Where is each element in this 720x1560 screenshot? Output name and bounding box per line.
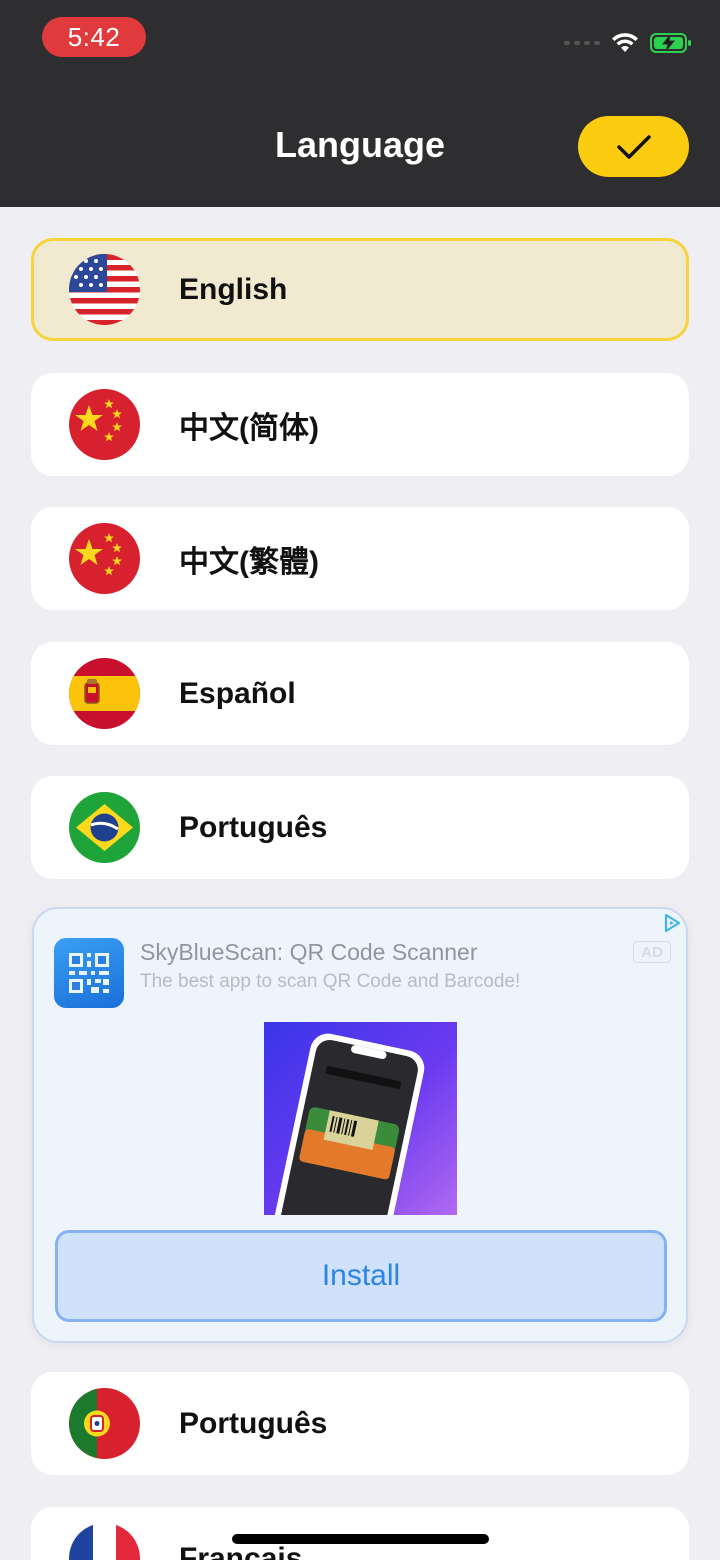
language-label: Français	[179, 1541, 303, 1560]
language-label: Español	[179, 676, 296, 710]
top-bar: 5:42 Language	[0, 0, 720, 207]
us-flag-icon	[69, 254, 140, 325]
language-label: English	[179, 272, 288, 306]
battery-charging-icon	[650, 33, 691, 53]
ad-description: The best app to scan QR Code and Barcode…	[140, 971, 521, 992]
ad-app-title: SkyBlueScan: QR Code Scanner	[140, 939, 478, 965]
language-label: Português	[179, 1406, 328, 1440]
home-indicator	[232, 1534, 489, 1544]
portugal-flag-icon	[69, 1388, 140, 1459]
language-label: 中文(简体)	[179, 411, 319, 445]
language-option-chinese-traditional[interactable]: 中文(繁體)	[31, 507, 689, 610]
qr-app-icon[interactable]	[54, 938, 124, 1008]
status-time: 5:42	[42, 17, 146, 57]
checkmark-icon	[616, 134, 651, 159]
cellular-signal-icon	[564, 41, 600, 45]
language-option-portuguese-portugal[interactable]: Português	[31, 1372, 689, 1475]
france-flag-icon	[69, 1523, 140, 1560]
confirm-button[interactable]	[578, 116, 689, 177]
language-option-portuguese-brazil[interactable]: Português	[31, 776, 689, 879]
language-option-english[interactable]: English	[31, 238, 689, 341]
ad-promo-image[interactable]	[264, 1022, 457, 1215]
spain-flag-icon	[69, 658, 140, 729]
ad-choices-icon[interactable]	[662, 913, 682, 933]
brazil-flag-icon	[69, 792, 140, 863]
status-indicators	[564, 28, 692, 58]
china-flag-icon	[69, 389, 140, 460]
install-button[interactable]: Install	[55, 1230, 667, 1322]
language-label: 中文(繁體)	[179, 545, 319, 579]
ad-banner[interactable]: AD SkyBlueScan: QR Code Scanner The best…	[32, 907, 688, 1343]
language-label: Português	[179, 810, 328, 844]
wifi-icon	[612, 33, 638, 52]
china-flag-icon	[69, 523, 140, 594]
language-option-spanish[interactable]: Español	[31, 642, 689, 745]
ad-badge: AD	[633, 941, 671, 963]
language-option-chinese-simplified[interactable]: 中文(简体)	[31, 373, 689, 476]
